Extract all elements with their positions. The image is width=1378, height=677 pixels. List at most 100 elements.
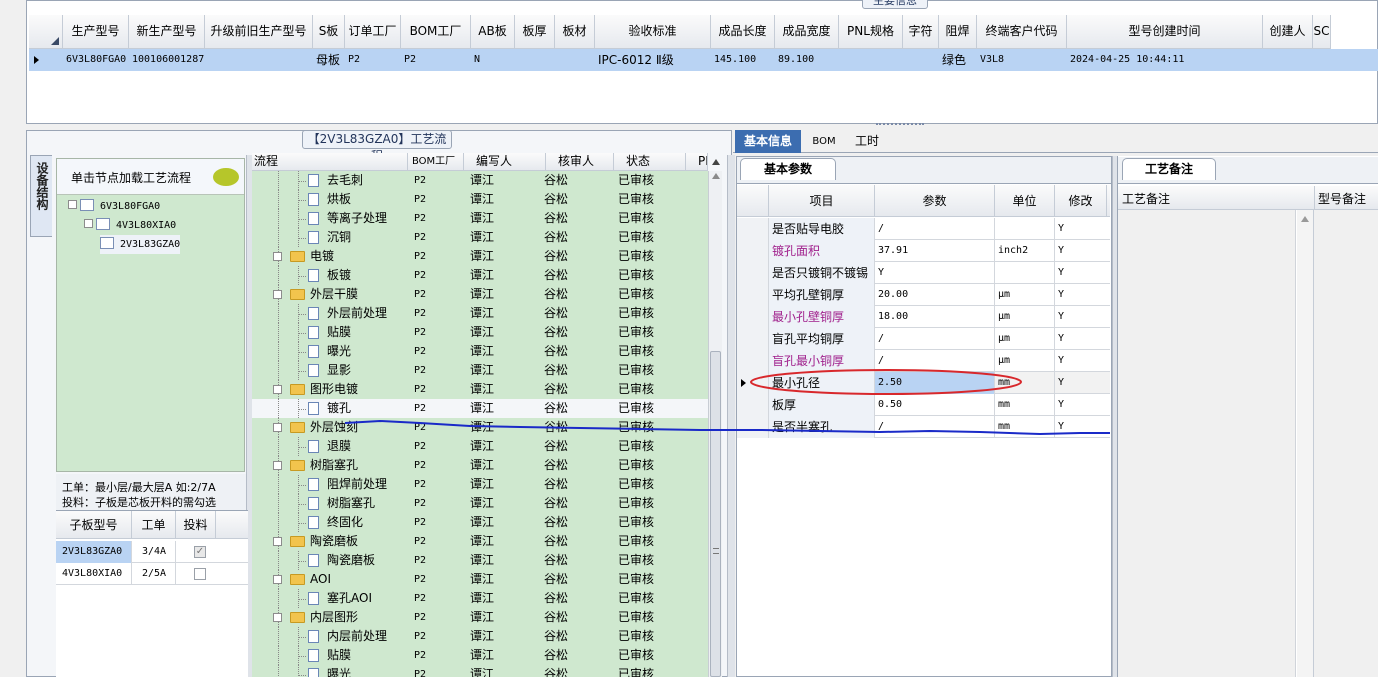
side-tab-device-structure[interactable]: 设备结构	[30, 155, 52, 237]
cell[interactable]	[515, 49, 555, 71]
collapse-minus-icon[interactable]	[273, 252, 282, 261]
param-value[interactable]: /	[875, 416, 995, 438]
params-row[interactable]: 最小孔壁铜厚 18.00 μm Y	[737, 306, 1110, 328]
flow-group-row[interactable]: 树脂塞孔 P2 谭江 谷松 已审核	[252, 456, 708, 475]
flow-group-row[interactable]: 陶瓷磨板 P2 谭江 谷松 已审核	[252, 532, 708, 551]
column-header[interactable]: 阻焊	[939, 15, 977, 49]
flow-item-row[interactable]: 板镀 P2 谭江 谷松 已审核	[252, 266, 708, 285]
sub-table-row[interactable]: 2V3L83GZA0 3/4A ✓	[56, 541, 248, 563]
flow-item-row[interactable]: 塞孔AOI P2 谭江 谷松 已审核	[252, 589, 708, 608]
cell[interactable]	[1263, 49, 1313, 71]
scroll-up-icon[interactable]	[1301, 216, 1309, 222]
params-row[interactable]: 是否只镀铜不镀锡 Y Y	[737, 262, 1110, 284]
notes-tab[interactable]: 工艺备注	[1122, 158, 1216, 180]
tree-node[interactable]: 4V3L80XIA0	[84, 216, 176, 235]
params-row[interactable]: 板厚 0.50 mm Y	[737, 394, 1110, 416]
column-header[interactable]: 终端客户代码	[977, 15, 1067, 49]
collapse-minus-icon[interactable]	[273, 423, 282, 432]
cell[interactable]: 母板	[313, 49, 345, 71]
cell[interactable]	[903, 49, 939, 71]
params-row[interactable]: 最小孔径 2.50 mm Y	[737, 372, 1110, 394]
column-header[interactable]: 板厚	[515, 15, 555, 49]
param-value[interactable]: 20.00	[875, 284, 995, 306]
param-value[interactable]: /	[875, 328, 995, 350]
expand-minus-icon[interactable]	[84, 219, 93, 228]
params-row[interactable]: 镀孔面积 37.91 inch2 Y	[737, 240, 1110, 262]
params-tab[interactable]: 基本参数	[740, 158, 836, 180]
cell[interactable]: N	[471, 49, 515, 71]
flow-group-row[interactable]: 内层图形 P2 谭江 谷松 已审核	[252, 608, 708, 627]
flow-item-row[interactable]: 去毛刺 P2 谭江 谷松 已审核	[252, 171, 708, 190]
flow-item-row[interactable]: 树脂塞孔 P2 谭江 谷松 已审核	[252, 494, 708, 513]
feed-checkbox[interactable]	[194, 568, 206, 580]
flow-col-header[interactable]: BOM工厂	[408, 153, 464, 171]
column-header[interactable]: 成品长度	[711, 15, 775, 49]
flow-item-row[interactable]: 内层前处理 P2 谭江 谷松 已审核	[252, 627, 708, 646]
column-header[interactable]: S板	[313, 15, 345, 49]
cell[interactable]: P2	[401, 49, 471, 71]
flow-col-header[interactable]: PP	[686, 153, 708, 171]
collapse-minus-icon[interactable]	[273, 461, 282, 470]
notes-scrollbar[interactable]	[1297, 210, 1314, 677]
column-header[interactable]: 创建人	[1263, 15, 1313, 49]
cell[interactable]	[839, 49, 903, 71]
params-row[interactable]: 盲孔平均铜厚 / μm Y	[737, 328, 1110, 350]
tree-node[interactable]: 2V3L83GZA0	[100, 235, 181, 254]
flow-item-row[interactable]: 沉铜 P2 谭江 谷松 已审核	[252, 228, 708, 247]
param-value[interactable]: 18.00	[875, 306, 995, 328]
collapse-minus-icon[interactable]	[273, 290, 282, 299]
params-row[interactable]: 是否半塞孔 / mm Y	[737, 416, 1110, 438]
flow-col-header[interactable]: 核审人	[546, 153, 614, 171]
flow-item-row[interactable]: 外层前处理 P2 谭江 谷松 已审核	[252, 304, 708, 323]
notes-process-textarea[interactable]	[1118, 210, 1296, 677]
cell[interactable]: 145.100	[711, 49, 775, 71]
flow-group-row[interactable]: AOI P2 谭江 谷松 已审核	[252, 570, 708, 589]
sub-table-col-header[interactable]: 投料	[176, 511, 216, 539]
flow-item-row[interactable]: 贴膜 P2 谭江 谷松 已审核	[252, 646, 708, 665]
column-header[interactable]: PNL规格	[839, 15, 903, 49]
column-header[interactable]: BOM工厂	[401, 15, 471, 49]
column-header[interactable]: 新生产型号	[129, 15, 205, 49]
params-col-header[interactable]: 参数	[875, 185, 995, 217]
flow-item-row[interactable]: 曝光 P2 谭江 谷松 已审核	[252, 665, 708, 677]
right-tab-2[interactable]: 工时	[847, 130, 887, 153]
right-tab-1[interactable]: BOM	[807, 130, 841, 153]
splitter-handle[interactable]	[876, 123, 924, 130]
flow-col-header[interactable]: 流程	[252, 153, 408, 171]
flow-item-row[interactable]: 终固化 P2 谭江 谷松 已审核	[252, 513, 708, 532]
flow-col-header[interactable]: 状态	[614, 153, 686, 171]
cell[interactable]: IPC-6012 Ⅱ级	[595, 49, 711, 71]
main-info-row[interactable]: 6V3L80FGA010010600128717母板P2P2NIPC-6012 …	[29, 49, 1378, 71]
column-header[interactable]: 成品宽度	[775, 15, 839, 49]
flow-item-row[interactable]: 阻焊前处理 P2 谭江 谷松 已审核	[252, 475, 708, 494]
param-value[interactable]: /	[875, 218, 995, 240]
flow-item-row[interactable]: 陶瓷磨板 P2 谭江 谷松 已审核	[252, 551, 708, 570]
cell[interactable]: 2024-04-25 10:44:11	[1067, 49, 1263, 71]
collapse-minus-icon[interactable]	[273, 537, 282, 546]
column-header[interactable]: 订单工厂	[345, 15, 401, 49]
expand-minus-icon[interactable]	[68, 200, 77, 209]
flow-group-row[interactable]: 电镀 P2 谭江 谷松 已审核	[252, 247, 708, 266]
column-header[interactable]: 型号创建时间	[1067, 15, 1263, 49]
flow-item-row[interactable]: 烘板 P2 谭江 谷松 已审核	[252, 190, 708, 209]
cell[interactable]: V3L8	[977, 49, 1067, 71]
flow-group-row[interactable]: 图形电镀 P2 谭江 谷松 已审核	[252, 380, 708, 399]
sub-table-col-header[interactable]: 子板型号	[56, 511, 132, 539]
sub-table-row[interactable]: 4V3L80XIA0 2/5A	[56, 563, 248, 585]
cell[interactable]	[1313, 49, 1331, 71]
feed-checkbox[interactable]: ✓	[194, 546, 206, 558]
column-header[interactable]: AB板	[471, 15, 515, 49]
scroll-thumb[interactable]	[710, 351, 721, 677]
flow-group-row[interactable]: 外层干膜 P2 谭江 谷松 已审核	[252, 285, 708, 304]
param-value[interactable]: 0.50	[875, 394, 995, 416]
column-header[interactable]: 升级前旧生产型号	[205, 15, 313, 49]
right-tab-0[interactable]: 基本信息	[735, 130, 801, 153]
collapse-minus-icon[interactable]	[273, 575, 282, 584]
cell[interactable]: P2	[345, 49, 401, 71]
flow-col-header[interactable]: 编写人	[464, 153, 546, 171]
collapse-minus-icon[interactable]	[273, 613, 282, 622]
column-header[interactable]: 生产型号	[63, 15, 129, 49]
flow-item-row[interactable]: 曝光 P2 谭江 谷松 已审核	[252, 342, 708, 361]
cell[interactable]	[205, 49, 313, 71]
splitter-vertical-mid[interactable]	[727, 155, 735, 677]
